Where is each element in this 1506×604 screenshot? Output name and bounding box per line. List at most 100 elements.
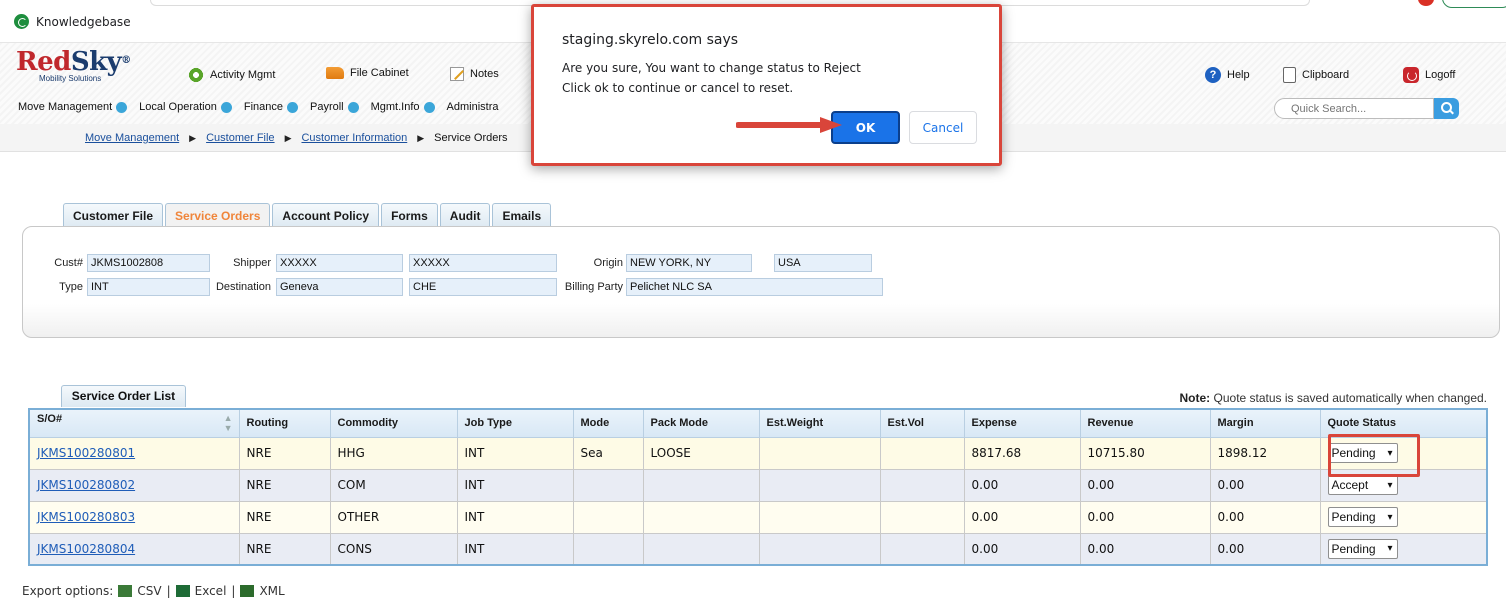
file-cabinet-link[interactable]: File Cabinet — [326, 67, 409, 79]
col-header-so[interactable]: S/O# ▲ ▼ — [28, 408, 240, 438]
col-header-routing: Routing — [238, 408, 331, 438]
nav-mgmt-info[interactable]: Mgmt.Info — [371, 101, 435, 113]
tab-audit[interactable]: Audit — [439, 203, 491, 228]
tab-service-order-list[interactable]: Service Order List — [61, 385, 186, 407]
dialog-title: staging.skyrelo.com says — [562, 32, 739, 48]
so-cell: JKMS100280802 — [28, 468, 240, 502]
margin-cell: 0.00 — [1209, 500, 1321, 534]
commodity-cell: COM — [329, 468, 458, 502]
nav-label: Finance — [243, 101, 283, 113]
est-weight-cell — [758, 468, 881, 502]
nav-finance[interactable]: Finance — [244, 101, 298, 113]
expense-cell: 8817.68 — [963, 436, 1081, 470]
main-nav: Move Management Local Operation Finance … — [18, 101, 510, 113]
tab-account-policy[interactable]: Account Policy — [272, 203, 380, 228]
export-csv-link[interactable]: CSV — [137, 584, 161, 598]
separator: | — [231, 584, 236, 598]
service-order-table: S/O# ▲ ▼ Routing Commodity Job Type Mode P… — [28, 408, 1488, 566]
logoff-link[interactable]: Logoff — [1403, 67, 1455, 83]
tab-forms[interactable]: Forms — [381, 203, 438, 228]
shipper-last-field[interactable]: XXXXX — [409, 254, 557, 272]
xml-icon — [240, 585, 255, 597]
chevron-down-icon: ▾ — [1387, 447, 1393, 459]
so-number-link[interactable]: JKMS100280801 — [37, 446, 135, 460]
dropdown-icon — [116, 101, 128, 113]
tab-emails[interactable]: Emails — [492, 203, 552, 228]
logo-wordmark: RedSky® — [16, 47, 131, 77]
bookmark-knowledgebase[interactable]: Knowledgebase — [14, 14, 131, 29]
sort-icon[interactable]: ▲ ▼ — [224, 413, 233, 433]
crumb-arrow-icon: ▶ — [284, 132, 292, 143]
crumb-customer-file[interactable]: Customer File — [206, 132, 274, 144]
nav-payroll[interactable]: Payroll — [310, 101, 359, 113]
mode-cell — [572, 532, 644, 566]
quote-status-select[interactable]: Accept ▾ — [1327, 475, 1398, 495]
redsky-logo[interactable]: RedSky® Mobility Solutions — [16, 47, 131, 83]
export-excel-link[interactable]: Excel — [195, 584, 227, 598]
cust-number-field[interactable]: JKMS1002808 — [87, 254, 210, 272]
clipboard-link[interactable]: Clipboard — [1283, 67, 1349, 83]
origin-country-field[interactable]: USA — [774, 254, 872, 272]
csv-icon — [118, 585, 133, 597]
nav-label: Payroll — [309, 101, 344, 113]
tab-customer-file[interactable]: Customer File — [63, 203, 164, 228]
profile-icon[interactable] — [1418, 0, 1434, 6]
table-row: JKMS100280803 NRE OTHER INT 0.00 0.00 0.… — [28, 500, 1488, 534]
dropdown-icon — [286, 101, 298, 113]
help-link[interactable]: ? Help — [1205, 67, 1250, 83]
browser-button[interactable] — [1442, 0, 1506, 8]
dialog-message-instructions: Click ok to continue or cancel to reset. — [562, 81, 794, 95]
quote-status-select[interactable]: Pending ▾ — [1327, 538, 1398, 559]
est-vol-cell — [879, 500, 965, 534]
type-field[interactable]: INT — [87, 278, 210, 296]
est-weight-cell — [758, 500, 881, 534]
billing-party-field[interactable]: Pelichet NLC SA — [626, 278, 883, 296]
cancel-button[interactable]: Cancel — [909, 111, 977, 144]
est-vol-cell — [879, 468, 965, 502]
destination-country-field[interactable]: CHE — [409, 278, 557, 296]
expense-cell: 0.00 — [963, 500, 1081, 534]
notes-link[interactable]: Notes — [450, 67, 499, 81]
nav-label: Mgmt.Info — [370, 101, 420, 113]
crumb-arrow-icon: ▶ — [417, 132, 425, 143]
pack-mode-cell — [642, 532, 760, 566]
origin-city-field[interactable]: NEW YORK, NY — [626, 254, 752, 272]
est-weight-cell — [758, 436, 881, 470]
export-xml-link[interactable]: XML — [259, 584, 284, 598]
so-number-link[interactable]: JKMS100280803 — [37, 510, 135, 524]
nav-move-management[interactable]: Move Management — [18, 101, 128, 113]
quote-status-select[interactable]: Pending ▾ — [1327, 507, 1398, 527]
gear-icon — [188, 67, 204, 83]
quick-search-input[interactable] — [1274, 98, 1434, 119]
table-header-row: S/O# ▲ ▼ Routing Commodity Job Type Mode P… — [28, 408, 1488, 438]
customer-info-panel: Cust# JKMS1002808 Shipper XXXXX XXXXX Or… — [22, 226, 1500, 338]
mode-cell — [572, 500, 644, 534]
notes-icon — [450, 67, 464, 81]
col-header-revenue: Revenue — [1079, 408, 1211, 438]
search-icon[interactable] — [1434, 98, 1459, 119]
expense-cell: 0.00 — [963, 532, 1081, 566]
col-header-est-vol: Est.Vol — [879, 408, 965, 438]
activity-mgmt-link[interactable]: Activity Mgmt — [188, 67, 275, 83]
dropdown-icon — [347, 101, 359, 113]
quote-status-cell: Pending ▾ — [1319, 532, 1488, 566]
quote-status-select[interactable]: Pending ▾ — [1327, 443, 1398, 463]
col-header-est-weight: Est.Weight — [758, 408, 881, 438]
quote-status-cell: Pending ▾ — [1319, 500, 1488, 534]
power-icon — [1403, 67, 1419, 83]
ok-button[interactable]: OK — [831, 111, 900, 144]
crumb-customer-information[interactable]: Customer Information — [301, 132, 407, 144]
notes-label: Notes — [470, 68, 499, 80]
margin-cell: 1898.12 — [1209, 436, 1321, 470]
crumb-move-management[interactable]: Move Management — [85, 132, 179, 144]
shipper-first-field[interactable]: XXXXX — [276, 254, 403, 272]
col-header-job-type: Job Type — [456, 408, 574, 438]
destination-city-field[interactable]: Geneva — [276, 278, 403, 296]
nav-local-operation[interactable]: Local Operation — [139, 101, 232, 113]
so-number-link[interactable]: JKMS100280804 — [37, 542, 135, 556]
commodity-cell: OTHER — [329, 500, 458, 534]
so-number-link[interactable]: JKMS100280802 — [37, 478, 135, 492]
select-value: Pending — [1331, 446, 1376, 460]
nav-administration[interactable]: Administra — [447, 101, 499, 113]
tab-service-orders[interactable]: Service Orders — [165, 203, 271, 228]
